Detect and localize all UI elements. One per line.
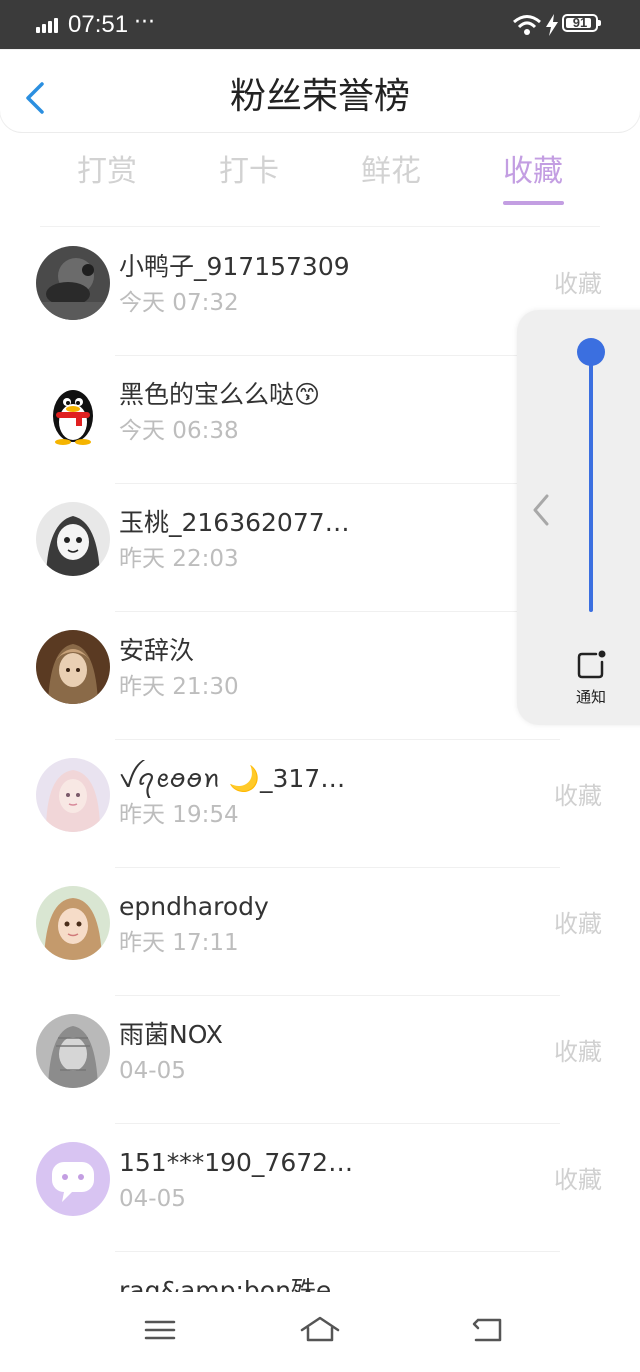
fan-time: 04-05 [119, 1186, 186, 1212]
back-icon [472, 1318, 502, 1342]
fan-name: rag&amp;bon殊e [119, 1276, 332, 1292]
active-tab-indicator [503, 201, 564, 205]
avatar[interactable] [36, 246, 110, 320]
signal-icon [36, 17, 62, 33]
wifi-icon [513, 15, 541, 35]
back-nav-button[interactable] [468, 1310, 508, 1350]
status-more: ··· [134, 10, 155, 35]
volume-slider-handle[interactable] [577, 338, 605, 366]
tab-reward[interactable]: 打赏 [77, 148, 137, 196]
fan-name: 安辞汣 [119, 636, 195, 665]
battery-level: 91 [572, 15, 588, 30]
home-icon [300, 1316, 340, 1342]
notify-label[interactable]: 通知 [563, 686, 619, 708]
list-item[interactable]: epndharody 昨天 17:11 收藏 [0, 868, 640, 996]
header: 粉丝荣誉榜 [0, 50, 640, 132]
notification-icon[interactable] [576, 650, 606, 680]
list-item[interactable]: rag&amp;bon殊e 收藏 [0, 1252, 640, 1292]
fan-name: ꪜꪖꫀꪮꪮꪀ 🌙_317… [119, 764, 346, 793]
fan-time: 昨天 22:03 [119, 546, 239, 572]
favorite-label: 收藏 [554, 782, 602, 810]
page-title: 粉丝荣誉榜 [229, 76, 410, 117]
fan-name: epndharody [119, 892, 269, 921]
fan-time: 04-05 [119, 1058, 186, 1084]
avatar[interactable] [36, 758, 110, 832]
fan-name: 小鸭子_917157309 [119, 252, 350, 281]
menu-button[interactable] [140, 1310, 180, 1350]
list-item[interactable]: 151***190_76729… 04-05 收藏 [0, 1124, 640, 1252]
status-time: 07:51 [68, 11, 129, 38]
fan-time: 昨天 17:11 [119, 930, 239, 956]
home-button[interactable] [300, 1310, 340, 1350]
fan-time: 今天 06:38 [119, 418, 239, 444]
avatar[interactable] [36, 502, 110, 576]
floating-side-panel: 通知 [517, 310, 640, 725]
fan-name: 151***190_76729… [119, 1148, 359, 1177]
volume-slider-track[interactable] [589, 350, 593, 612]
fan-time: 昨天 19:54 [119, 802, 239, 828]
favorite-label: 收藏 [554, 1166, 602, 1194]
status-bar: 07:51 ··· 91 [0, 0, 640, 50]
avatar[interactable] [36, 1270, 110, 1292]
chevron-left-icon [533, 494, 549, 526]
charging-icon [546, 14, 558, 36]
tab-flowers[interactable]: 鲜花 [361, 148, 421, 196]
avatar[interactable] [36, 1142, 110, 1216]
menu-icon [144, 1320, 176, 1340]
favorite-label: 收藏 [554, 270, 602, 298]
avatar[interactable] [36, 374, 110, 448]
divider [40, 226, 600, 227]
fan-name: 黑色的宝么么哒😙 [119, 380, 321, 409]
list-item[interactable]: 雨菌NOX 04-05 收藏 [0, 996, 640, 1124]
fan-name: 雨菌NOX [119, 1020, 223, 1049]
fan-time: 今天 07:32 [119, 290, 239, 316]
avatar[interactable] [36, 1014, 110, 1088]
fan-name: 玉桃_216362077… [119, 508, 350, 537]
avatar[interactable] [36, 886, 110, 960]
favorite-label: 收藏 [554, 1038, 602, 1066]
collapse-panel-button[interactable] [527, 490, 553, 530]
battery-icon: 91 [562, 14, 601, 32]
avatar[interactable] [36, 630, 110, 704]
system-nav-bar [0, 1292, 640, 1372]
tab-checkin[interactable]: 打卡 [219, 148, 279, 196]
tab-favorites[interactable]: 收藏 [503, 148, 563, 196]
list-item[interactable]: ꪜꪖꫀꪮꪮꪀ 🌙_317… 昨天 19:54 收藏 [0, 740, 640, 868]
fan-time: 昨天 21:30 [119, 674, 239, 700]
favorite-label: 收藏 [554, 910, 602, 938]
